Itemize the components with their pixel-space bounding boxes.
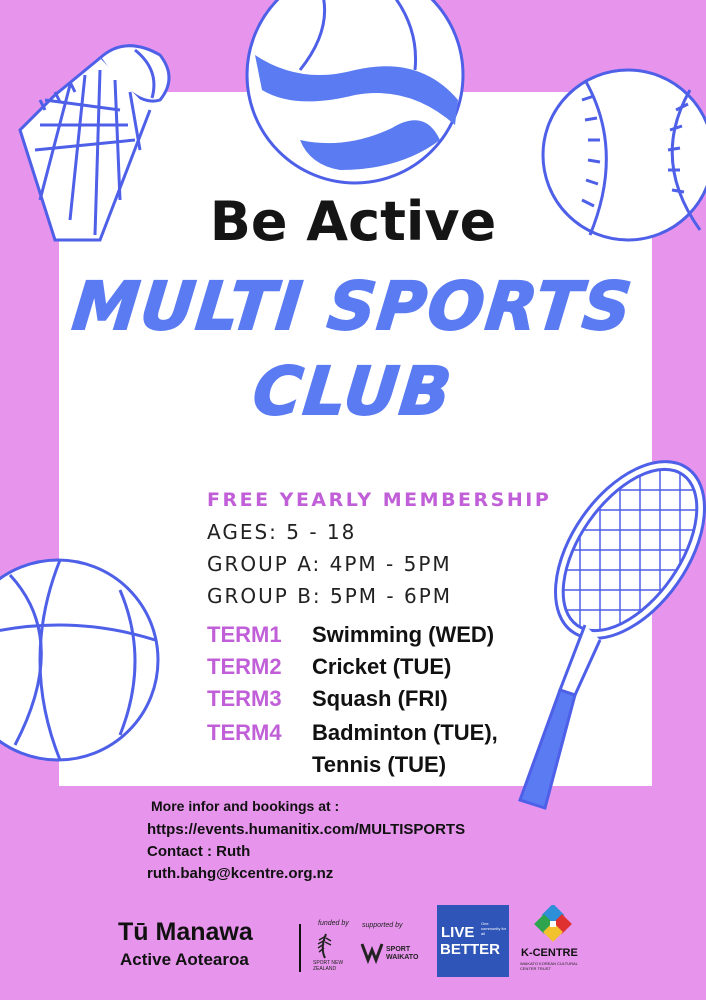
term1-label: TERM1 — [207, 622, 282, 647]
live-better-logo: LIVE BETTER One community for all — [437, 905, 509, 977]
sport-waikato-text: SPORT WAIKATO — [386, 946, 419, 961]
be-active-heading: Be Active — [209, 190, 497, 253]
fern-icon — [317, 933, 332, 959]
term2-label: TERM2 — [207, 654, 282, 679]
kcentre-subtitle: WAIKATO KOREAN CULTURAL CENTER TRUST — [520, 961, 578, 971]
sport-waikato-icon — [360, 943, 384, 964]
term4-sport: Badminton (TUE), — [312, 720, 498, 745]
kcentre-logo-icon — [534, 905, 572, 942]
org-name-line2: Active Aotearoa — [120, 950, 249, 969]
group-b-text: GROUP B: 5PM - 6PM — [207, 584, 453, 608]
headline-line1: MULTI SPORTS — [68, 267, 637, 346]
group-a-text: GROUP A: 4PM - 5PM — [207, 552, 452, 576]
sport-nz-text: SPORT NEW ZEALAND — [313, 960, 344, 972]
basketball-icon — [0, 558, 160, 762]
live-better-tagline: One community for all — [481, 921, 507, 936]
volleyball-icon — [245, 0, 465, 185]
term3-sport: Squash (FRI) — [312, 686, 448, 711]
membership-text: FREE YEARLY MEMBERSHIP — [207, 489, 552, 511]
footer-separator — [299, 924, 301, 972]
term2-sport: Cricket (TUE) — [312, 654, 452, 679]
org-name-line1: Tū Manawa — [118, 918, 253, 946]
contact-name: Contact : Ruth — [147, 843, 251, 860]
bookings-intro: More infor and bookings at : — [151, 798, 340, 814]
live-better-line2: BETTER — [440, 941, 500, 958]
headline-line2: CLUB — [249, 352, 458, 431]
term4-label: TERM4 — [207, 720, 282, 745]
supported-by-label: supported by — [362, 922, 403, 929]
kcentre-name: K-CENTRE — [521, 947, 578, 959]
contact-email[interactable]: ruth.bahg@kcentre.org.nz — [147, 865, 333, 882]
live-better-line1: LIVE — [441, 924, 475, 941]
term3-label: TERM3 — [207, 686, 282, 711]
ages-text: AGES: 5 - 18 — [207, 520, 357, 544]
term1-sport: Swimming (WED) — [312, 622, 495, 647]
term4-sport-line2: Tennis (TUE) — [312, 752, 447, 777]
funded-by-label: funded by — [318, 920, 349, 927]
bookings-url[interactable]: https://events.humanitix.com/MULTISPORTS — [147, 821, 465, 838]
